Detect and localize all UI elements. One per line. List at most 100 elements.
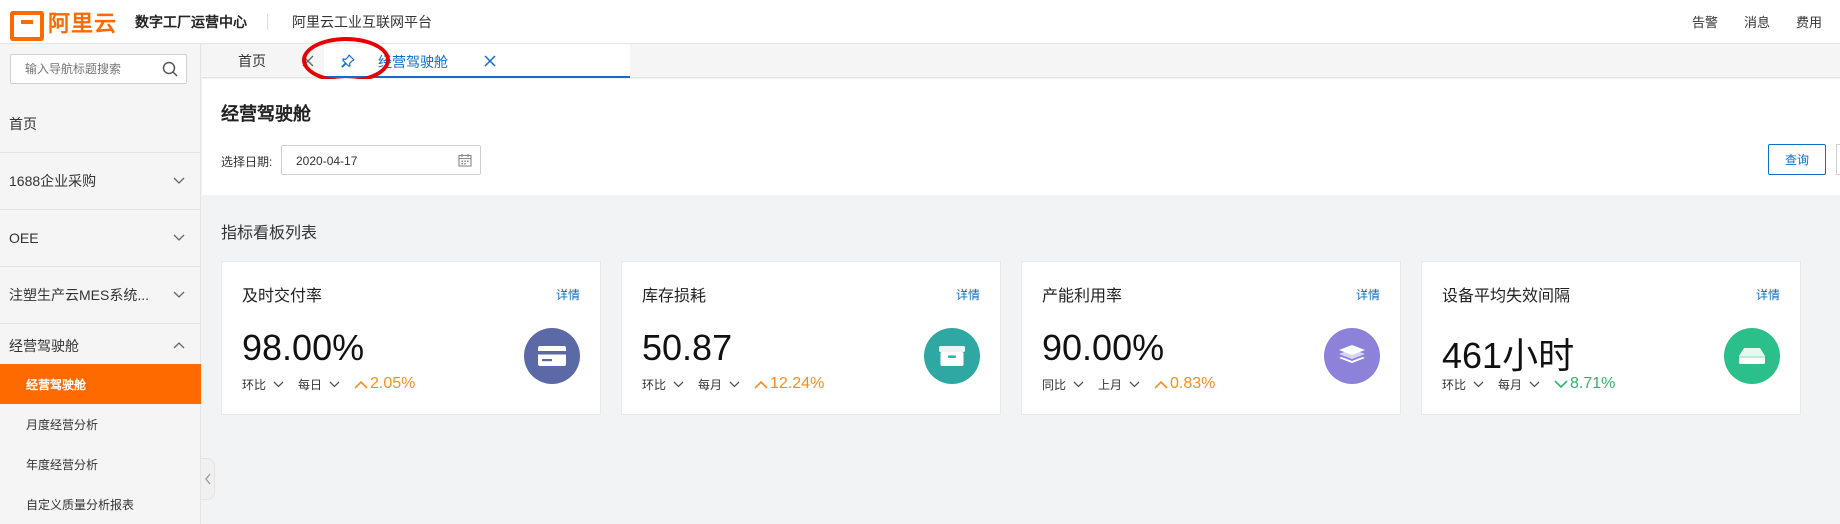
card-value: 98.00% [242,327,365,368]
sidebar-sub-quality[interactable]: 自定义质量分析报表 [0,484,201,524]
card-icon [524,328,580,384]
compare-select[interactable]: 环比 [1442,376,1484,393]
platform-name: 阿里云工业互联网平台 [292,13,433,30]
sidebar-sub-cockpit[interactable]: 经营驾驶舱 [0,364,201,404]
card-meta: 同比 上月 0.83% [1042,375,1215,393]
logo[interactable]: 阿里云 [10,0,117,44]
sidebar-sub-label: 自定义质量分析报表 [26,497,135,512]
chevron-down-icon [673,381,684,387]
kpi-card-inventory: 库存损耗 详情 50.87 环比 每月 12.24% [621,261,1001,415]
kpi-card-delivery: 及时交付率 详情 98.00% 环比 每日 2.05% [221,261,601,415]
search-icon[interactable] [162,61,178,77]
compare-select[interactable]: 环比 [642,376,684,393]
chevron-down-icon [1473,381,1484,387]
chevron-down-icon [1073,381,1084,387]
trend-value: 0.83% [1154,375,1215,393]
sidebar: 首页 1688企业采购 OEE 注塑生产云MES系统... 经营驾驶舱 经营驾驶… [0,44,201,524]
sidebar-item-label: 首页 [9,116,37,132]
sidebar-item-label: 经营驾驶舱 [9,338,79,354]
tab-bar: 首页 经营驾驶舱 [202,44,1840,78]
trend-value: 2.05% [354,375,415,393]
box-icon [924,328,980,384]
chevron-down-icon [173,177,185,184]
header-divider [267,13,269,30]
query-button[interactable]: 查询 [1768,144,1826,175]
card-value: 50.87 [642,327,733,368]
detail-link[interactable]: 详情 [1756,286,1780,303]
chevron-down-icon [329,381,340,387]
messages-link[interactable]: 消息 [1744,12,1770,31]
card-meta: 环比 每月 12.24% [642,375,824,393]
sidebar-item-procurement[interactable]: 1688企业采购 [0,153,201,210]
sidebar-sub-label: 月度经营分析 [26,417,99,432]
sidebar-sub-monthly[interactable]: 月度经营分析 [0,404,201,444]
period-select[interactable]: 每月 [698,376,740,393]
chevron-up-icon [173,342,185,349]
card-value: 461小时 [1442,335,1575,376]
sidebar-sub-yearly[interactable]: 年度经营分析 [0,444,201,484]
chevron-down-icon [173,291,185,298]
device-icon [1724,328,1780,384]
billing-link[interactable]: 费用 [1796,12,1822,31]
period-select[interactable]: 每日 [298,376,340,393]
sidebar-item-oee[interactable]: OEE [0,210,201,267]
nav-search [10,54,187,84]
kpi-card-capacity: 产能利用率 详情 90.00% 同比 上月 0.83% [1021,261,1401,415]
date-value: 2020-04-17 [296,154,358,168]
top-right-menu: 告警 消息 费用 [1692,12,1822,31]
trend-up-icon [754,380,768,389]
compare-select[interactable]: 同比 [1042,376,1084,393]
detail-link[interactable]: 详情 [956,286,980,303]
trend-down-icon [1554,379,1568,388]
sidebar-sub-label: 年度经营分析 [26,457,99,472]
sidebar-item-cockpit[interactable]: 经营驾驶舱 [0,324,201,368]
section-title: 指标看板列表 [221,225,318,242]
calendar-icon [458,154,472,167]
period-select[interactable]: 上月 [1098,376,1140,393]
kpi-card-mtbf: 设备平均失效间隔 详情 461小时 环比 每月 8.71% [1421,261,1801,415]
filter-panel: 经营驾驶舱 选择日期: 2020-04-17 查询 [202,79,1840,195]
tab-label: 首页 [238,53,266,69]
trend-up-icon [354,380,368,389]
sidebar-item-home[interactable]: 首页 [0,96,201,153]
chevron-down-icon [1129,381,1140,387]
chevron-down-icon [173,234,185,241]
card-value: 90.00% [1042,327,1165,368]
sidebar-item-label: OEE [9,230,39,246]
date-picker[interactable]: 2020-04-17 [281,145,481,175]
card-title: 及时交付率 [242,288,323,305]
search-input[interactable] [11,55,156,83]
page-title: 经营驾驶舱 [221,104,311,124]
annotation-circle [302,37,390,83]
close-icon[interactable] [484,55,496,67]
trend-value: 8.71% [1554,375,1615,393]
period-select[interactable]: 每月 [1498,376,1540,393]
sidebar-item-label: 1688企业采购 [9,173,97,189]
logo-text: 阿里云 [48,10,118,36]
card-title: 设备平均失效间隔 [1442,288,1571,305]
chevron-down-icon [273,381,284,387]
card-meta: 环比 每月 8.71% [1442,375,1615,393]
top-bar: 阿里云 数字工厂运营中心 阿里云工业互联网平台 告警 消息 费用 [0,0,1840,44]
trend-up-icon [1154,380,1168,389]
chevron-down-icon [1529,381,1540,387]
card-meta: 环比 每日 2.05% [242,375,415,393]
card-title: 库存损耗 [642,288,707,305]
chevron-left-icon [204,473,211,485]
date-label: 选择日期: [221,155,273,169]
app-title: 数字工厂运营中心 [135,13,248,30]
detail-link[interactable]: 详情 [556,286,580,303]
layers-icon [1324,328,1380,384]
aliyun-logo-icon [10,10,44,41]
sidebar-sub-label: 经营驾驶舱 [26,377,87,392]
sidebar-item-mes[interactable]: 注塑生产云MES系统... [0,267,201,324]
sidebar-item-label: 注塑生产云MES系统... [9,287,150,303]
alerts-link[interactable]: 告警 [1692,12,1718,31]
card-title: 产能利用率 [1042,288,1123,305]
chevron-down-icon [729,381,740,387]
sidebar-collapse-handle[interactable] [201,458,215,500]
detail-link[interactable]: 详情 [1356,286,1380,303]
compare-select[interactable]: 环比 [242,376,284,393]
reset-button[interactable] [1836,144,1840,175]
trend-value: 12.24% [754,375,824,393]
